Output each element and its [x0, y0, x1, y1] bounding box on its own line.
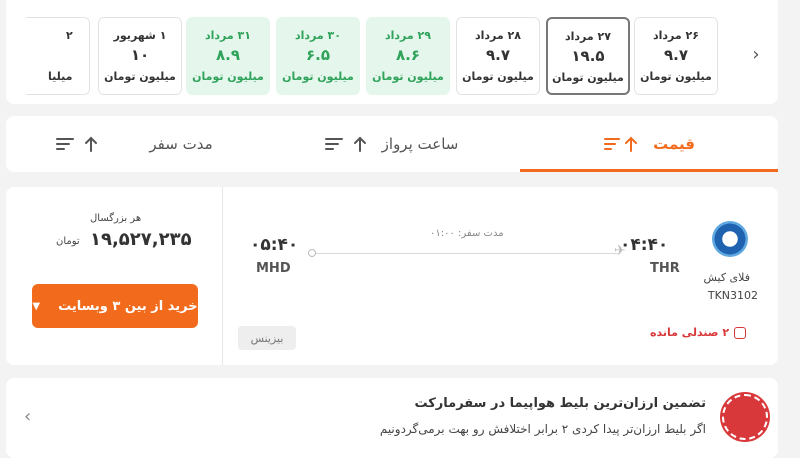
- date-card[interactable]: ۱ شهریور ۱۰ میلیون تومان: [98, 17, 182, 95]
- arrival-time: ۰۵:۴۰: [250, 235, 299, 255]
- tab-sort-duration[interactable]: مدت سفر: [6, 116, 262, 172]
- sort-ascending-icon: [603, 136, 639, 152]
- seats-remaining: ۲ صندلی مانده: [650, 326, 747, 339]
- sort-icon: [55, 136, 99, 152]
- price-guarantee-banner[interactable]: تضمین ارزان‌ترین بلیط هواپیما در سفرمارک…: [6, 378, 778, 458]
- date-label: ۳۰ مرداد: [295, 29, 341, 42]
- sort-bar: قیمت ساعت پرواز مدت سفر: [6, 116, 778, 172]
- price-unit: میلیون تومان: [552, 71, 624, 84]
- date-label: ۲: [66, 29, 73, 42]
- date-label: ۲۷ مرداد: [565, 30, 611, 43]
- price-unit: میلیون تومان: [104, 70, 176, 83]
- tab-sort-departure-time[interactable]: ساعت پرواز: [262, 116, 520, 172]
- airplane-icon: ✈: [614, 243, 626, 259]
- departure-airport-code: THR: [650, 261, 680, 276]
- airline-name: فلای کیش: [703, 271, 750, 284]
- departure-time: ۰۴:۴۰: [620, 235, 669, 255]
- seat-icon: [734, 326, 747, 339]
- price-per-label: هر بزرگسال: [90, 213, 142, 224]
- currency-label: تومان: [56, 236, 80, 247]
- date-price: ۶.۵: [305, 46, 330, 64]
- guarantee-seal-icon: [722, 394, 768, 440]
- route-line: [312, 253, 618, 254]
- date-price: ۸.۶: [395, 46, 420, 64]
- date-label: ۱ شهریور: [113, 29, 167, 42]
- flight-number: TKN3102: [707, 289, 758, 302]
- price-unit: میلیون تومان: [192, 70, 264, 83]
- guarantee-subtitle: اگر بلیط ارزان‌تر پیدا کردی ۲ برابر اختل…: [379, 422, 706, 436]
- price-unit: میلیون تومان: [282, 70, 354, 83]
- date-card[interactable]: ۲۶ مرداد ۹.۷ میلیون تومان: [634, 17, 718, 95]
- price-unit: میلیون تومان: [640, 70, 712, 83]
- date-price: ۹.۷: [485, 46, 510, 64]
- destination-dot: [308, 249, 316, 257]
- date-card-partial[interactable]: ۲ میلیا: [26, 17, 90, 95]
- price-unit: میلیا: [48, 70, 73, 83]
- date-price: ۱۹.۵: [571, 47, 605, 65]
- date-card[interactable]: ۳۰ مرداد ۶.۵ میلیون تومان: [276, 17, 360, 95]
- date-label: ۲۹ مرداد: [385, 29, 431, 42]
- guarantee-title: تضمین ارزان‌ترین بلیط هواپیما در سفرمارک…: [414, 396, 706, 411]
- chevron-down-icon: ▼: [32, 300, 41, 312]
- sort-tab-label: مدت سفر: [149, 135, 213, 153]
- sort-tab-label: ساعت پرواز: [381, 135, 459, 153]
- card-divider: [222, 187, 223, 365]
- price-unit: میلیون تومان: [462, 70, 534, 83]
- tab-sort-price[interactable]: قیمت: [520, 116, 778, 172]
- date-card[interactable]: ۲۸ مرداد ۹.۷ میلیون تومان: [456, 17, 540, 95]
- date-label: ۲۸ مرداد: [475, 29, 521, 42]
- cabin-class-badge: بیزینس: [238, 326, 296, 350]
- sort-tab-label: قیمت: [653, 135, 695, 153]
- date-price-strip: › ‹ ۲۶ مرداد ۹.۷ میلیون تومان ۲۷ مرداد ۱…: [6, 0, 778, 104]
- flight-duration: مدت سفر: ۰۱:۰۰: [430, 228, 504, 239]
- price-unit: میلیون تومان: [372, 70, 444, 83]
- airline-logo: [712, 221, 748, 257]
- buy-button[interactable]: خرید از بین ۳ وبسایت ▼: [32, 284, 198, 328]
- date-card-selected[interactable]: ۲۷ مرداد ۱۹.۵ میلیون تومان: [546, 17, 630, 95]
- flight-result-card[interactable]: فلای کیش TKN3102 ۰۴:۴۰ THR ۰۵:۴۰ MHD مدت…: [6, 187, 778, 365]
- date-label: ۳۱ مرداد: [205, 29, 251, 42]
- date-price: ۸.۹: [215, 46, 240, 64]
- chevron-left-icon[interactable]: ‹: [24, 406, 31, 427]
- sort-icon: [324, 136, 368, 152]
- buy-button-label: خرید از بین ۳ وبسایت: [58, 298, 198, 314]
- date-price: ۹.۷: [663, 46, 688, 64]
- date-card[interactable]: ۲۹ مرداد ۸.۶ میلیون تومان: [366, 17, 450, 95]
- arrival-airport-code: MHD: [256, 261, 291, 276]
- seats-left-text: ۲ صندلی مانده: [650, 326, 730, 339]
- flight-price: ۱۹,۵۲۷,۲۳۵: [90, 229, 192, 250]
- date-card[interactable]: ۳۱ مرداد ۸.۹ میلیون تومان: [186, 17, 270, 95]
- date-label: ۲۶ مرداد: [653, 29, 699, 42]
- date-price: ۱۰: [130, 46, 150, 64]
- chevron-right-icon[interactable]: ›: [748, 44, 764, 65]
